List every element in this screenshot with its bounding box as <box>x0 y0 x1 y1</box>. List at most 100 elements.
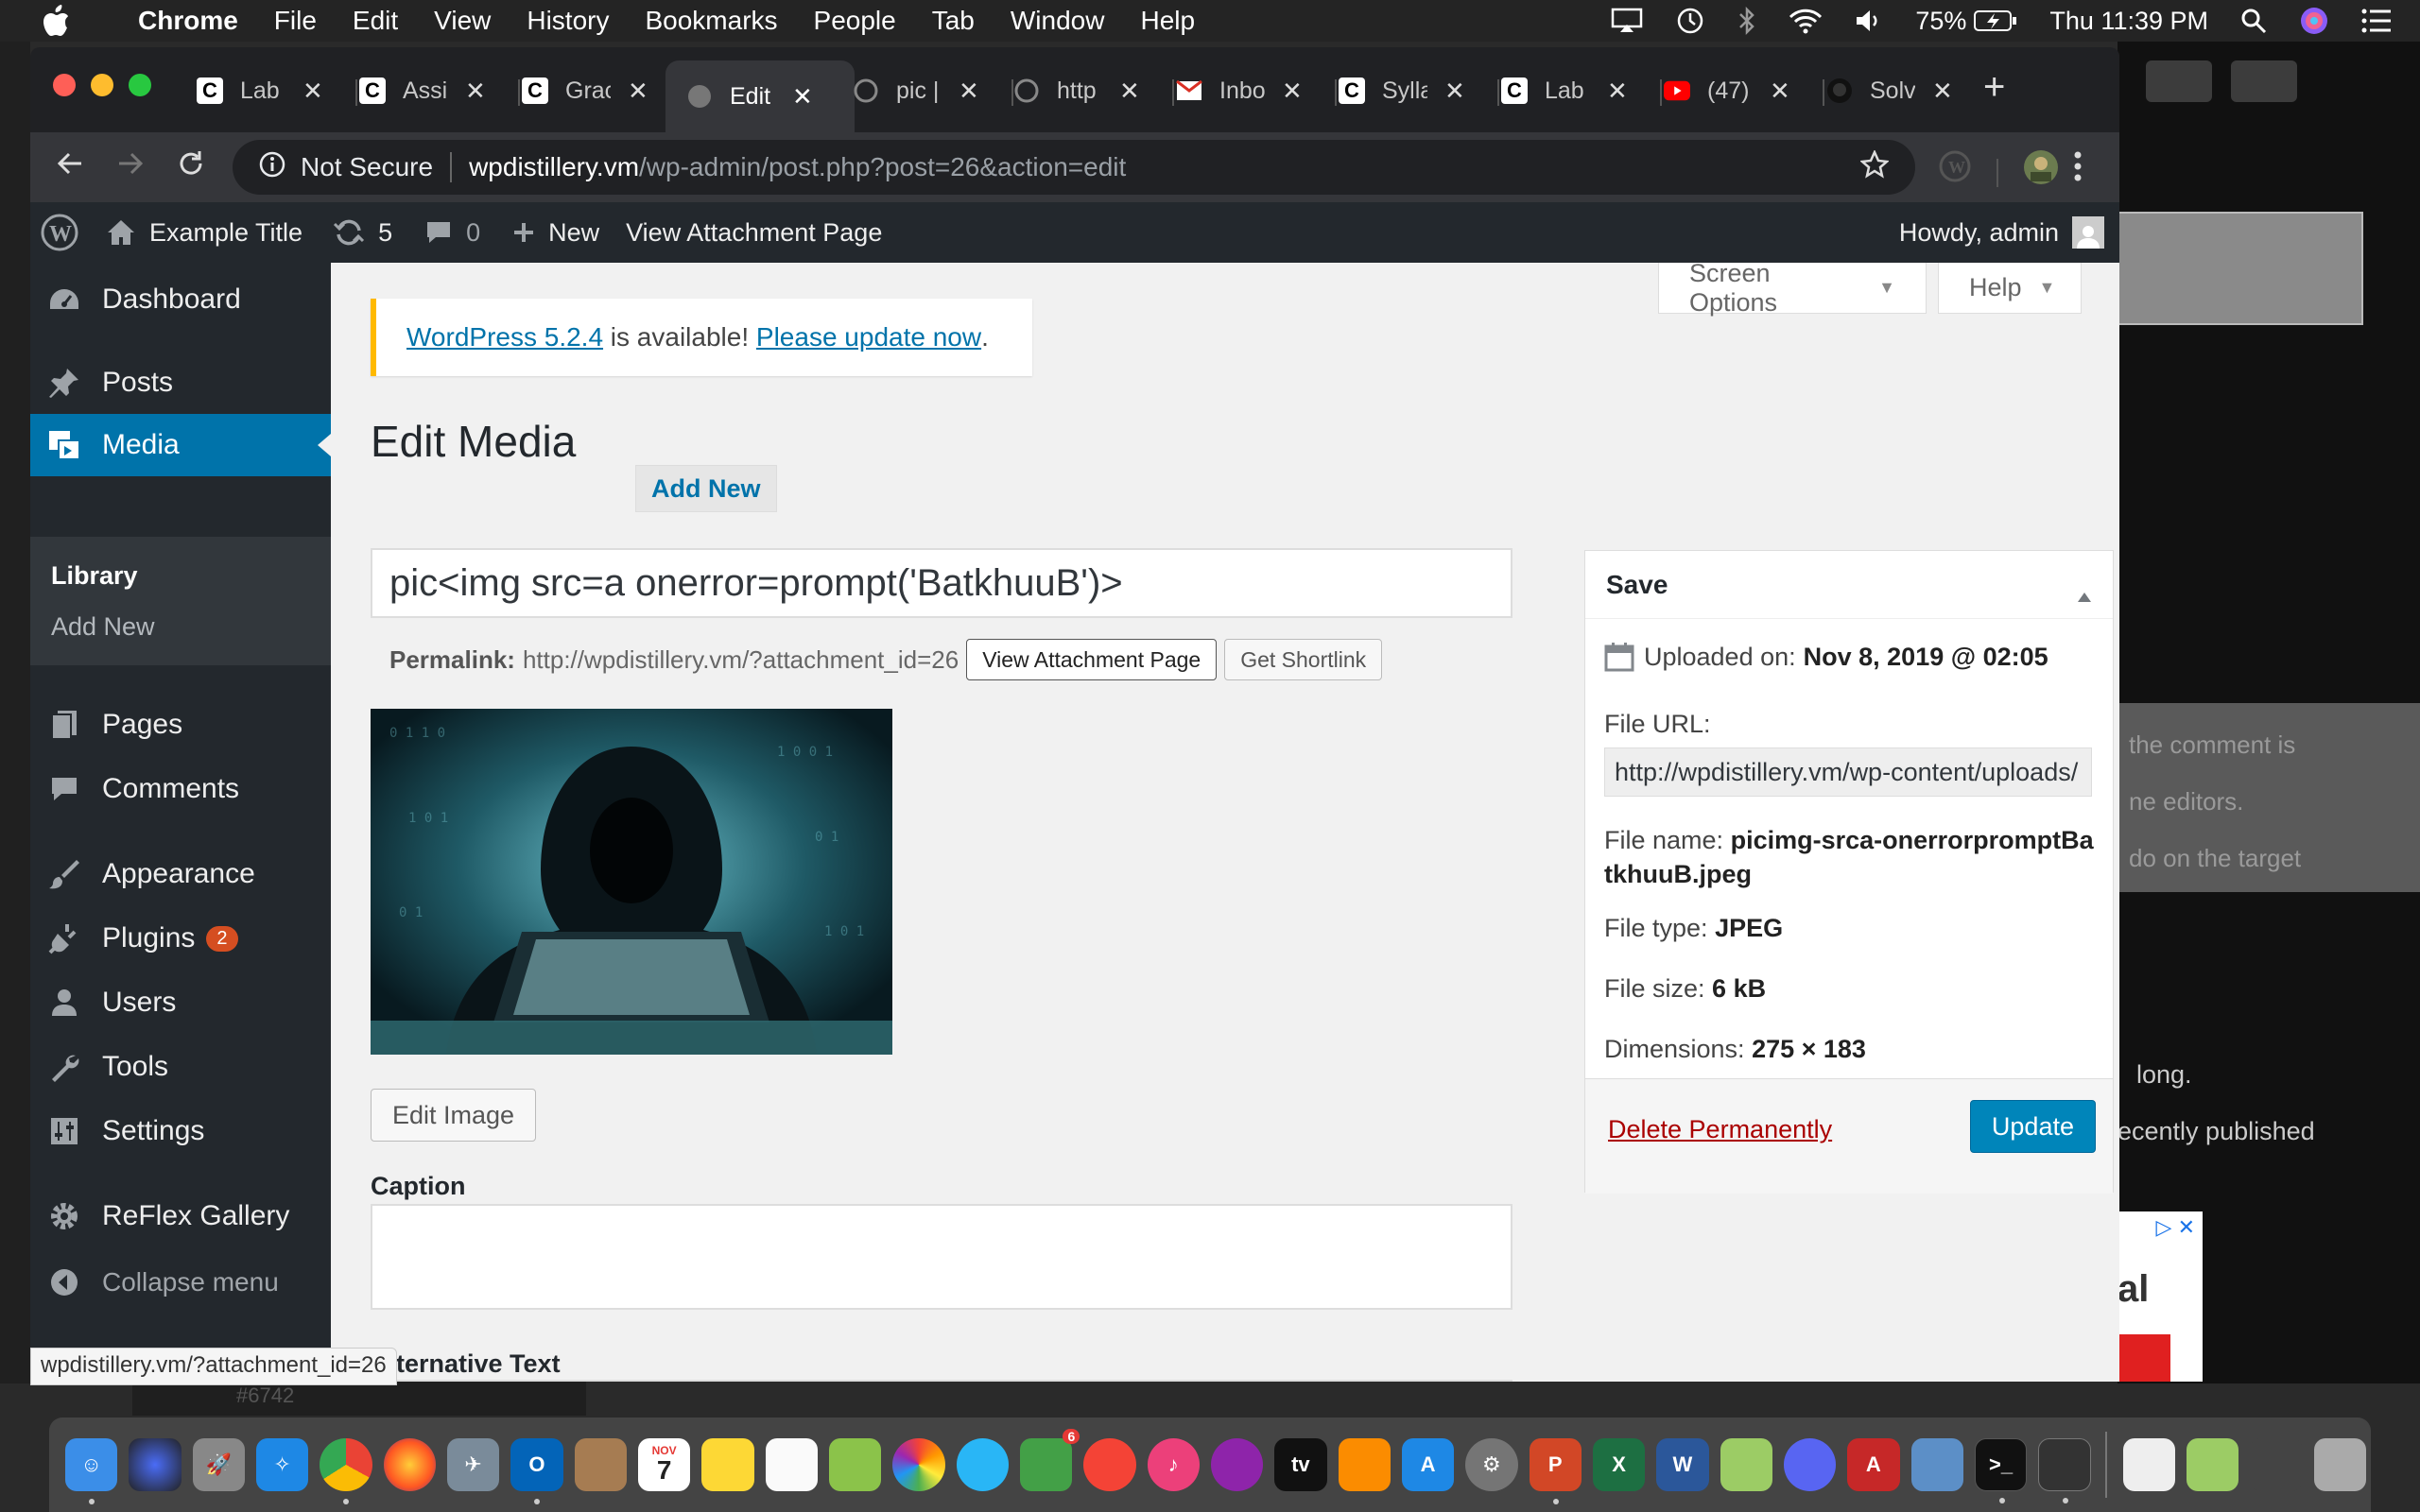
sidebar-item-tools[interactable]: Tools <box>30 1036 331 1098</box>
sidebar-item-settings[interactable]: Settings <box>30 1100 331 1162</box>
spotlight-search-icon[interactable] <box>2240 8 2267 34</box>
calendar-icon[interactable]: NOV 7 <box>637 1438 691 1491</box>
window-thumbnail[interactable] <box>2250 1438 2303 1491</box>
tab[interactable]: Solv ✕ <box>1826 60 1953 121</box>
tab[interactable]: Inbo ✕ <box>1176 60 1303 121</box>
help-button[interactable]: Help ▼ <box>1938 263 2082 314</box>
firefox-icon[interactable] <box>383 1438 436 1491</box>
screen-capture-icon[interactable] <box>2038 1438 2091 1503</box>
trash-icon[interactable] <box>2313 1438 2366 1491</box>
update-now-link[interactable]: Please update now <box>756 322 981 352</box>
comments-link[interactable]: 0 <box>424 218 480 248</box>
airplay-icon[interactable] <box>1611 8 1643 34</box>
news-icon[interactable] <box>1083 1438 1136 1491</box>
permalink-url[interactable]: http://wpdistillery.vm/?attachment_id=26 <box>523 645 959 675</box>
siri-icon[interactable] <box>129 1438 182 1491</box>
security-label[interactable]: Not Secure <box>301 152 433 182</box>
tab[interactable]: C Sylla ✕ <box>1339 60 1465 121</box>
tab-close-icon[interactable]: ✕ <box>959 77 979 106</box>
tab[interactable]: C Lab ✕ <box>1501 60 1628 121</box>
wordpress-logo-icon[interactable]: W <box>40 213 79 252</box>
music-icon[interactable]: ♪ <box>1147 1438 1200 1491</box>
tab-close-icon[interactable]: ✕ <box>1444 77 1465 106</box>
collapse-menu-button[interactable]: Collapse menu <box>30 1251 331 1314</box>
bookmark-star-icon[interactable] <box>1859 148 1890 185</box>
menu-bookmarks[interactable]: Bookmarks <box>645 6 777 36</box>
sidebar-item-reflex-gallery[interactable]: ReFlex Gallery <box>30 1185 331 1247</box>
messages-icon[interactable] <box>956 1438 1009 1491</box>
tab[interactable]: C Lab ✕ <box>197 60 323 121</box>
edit-image-button[interactable]: Edit Image <box>371 1089 537 1142</box>
launchpad-icon[interactable]: 🚀 <box>192 1438 245 1491</box>
reminders-icon[interactable] <box>765 1438 818 1491</box>
tab[interactable]: pic | ✕ <box>853 60 979 121</box>
tab[interactable]: C Grac ✕ <box>522 60 648 121</box>
sidebar-item-dashboard[interactable]: Dashboard <box>30 268 331 331</box>
menu-people[interactable]: People <box>814 6 896 36</box>
bluetooth-icon[interactable] <box>1737 6 1756 36</box>
menu-view[interactable]: View <box>434 6 491 36</box>
alt-text-input[interactable] <box>371 1380 1512 1382</box>
siri-icon[interactable] <box>2299 6 2329 36</box>
tab[interactable]: (47) ✕ <box>1664 60 1790 121</box>
photos-icon[interactable] <box>892 1438 945 1491</box>
tab[interactable]: http ✕ <box>1013 60 1140 121</box>
save-metabox-header[interactable]: Save <box>1585 551 2113 619</box>
finder-icon[interactable]: ☺ <box>65 1438 118 1504</box>
chrome-menu-icon[interactable] <box>2072 149 2083 188</box>
time-machine-icon[interactable] <box>1675 6 1705 36</box>
sidebar-item-media[interactable]: Media <box>30 414 331 476</box>
minimize-window-button[interactable] <box>91 74 113 96</box>
tab-close-icon[interactable]: ✕ <box>628 77 648 106</box>
sidebar-item-posts[interactable]: Posts <box>30 352 331 414</box>
back-button[interactable] <box>42 149 98 178</box>
acrobat-icon[interactable]: A <box>1847 1438 1900 1491</box>
reload-button[interactable] <box>163 149 219 178</box>
screen-options-button[interactable]: Screen Options ▼ <box>1658 263 1927 317</box>
view-attachment-link[interactable]: View Attachment Page <box>626 218 882 248</box>
menu-window[interactable]: Window <box>1011 6 1105 36</box>
wordpress-version-link[interactable]: WordPress 5.2.4 <box>406 322 603 352</box>
update-button[interactable]: Update <box>1969 1100 2096 1153</box>
preview-icon[interactable]: ✈ <box>446 1438 500 1491</box>
submenu-add-new[interactable]: Add New <box>51 612 155 642</box>
sidebar-item-users[interactable]: Users <box>30 971 331 1034</box>
delete-permanently-link[interactable]: Delete Permanently <box>1608 1115 1832 1144</box>
collapse-toggle-icon[interactable] <box>2077 579 2092 610</box>
address-bar[interactable]: Not Secure wpdistillery.vm/wp-admin/post… <box>233 140 1915 195</box>
view-attachment-page-button[interactable]: View Attachment Page <box>966 639 1218 680</box>
profile-avatar[interactable] <box>2023 149 2059 190</box>
word-icon[interactable]: W <box>1656 1438 1709 1491</box>
updates-link[interactable]: 5 <box>333 218 392 248</box>
app-store-icon[interactable]: A <box>1401 1438 1455 1491</box>
safari-icon[interactable]: ✧ <box>255 1438 309 1491</box>
menu-file[interactable]: File <box>274 6 317 36</box>
document-icon[interactable] <box>2122 1438 2175 1491</box>
facetime-icon[interactable]: 6 <box>1019 1429 1080 1491</box>
new-content-link[interactable]: New <box>512 218 599 248</box>
sidebar-item-pages[interactable]: Pages <box>30 694 331 756</box>
tab-close-icon[interactable]: ✕ <box>1932 77 1953 106</box>
close-window-button[interactable] <box>53 74 76 96</box>
menu-edit[interactable]: Edit <box>353 6 398 36</box>
tab-active[interactable]: Edit ✕ <box>666 60 855 132</box>
cube-app-icon[interactable] <box>1720 1438 1772 1491</box>
zoom-window-button[interactable] <box>129 74 151 96</box>
menu-history[interactable]: History <box>527 6 609 36</box>
ad-close-icon[interactable]: ▷ ✕ <box>2156 1215 2195 1240</box>
tab-close-icon[interactable]: ✕ <box>792 82 813 112</box>
apple-menu-icon[interactable] <box>38 4 76 38</box>
maps-icon[interactable] <box>828 1438 882 1491</box>
apple-tv-icon[interactable]: tv <box>1274 1438 1327 1491</box>
contacts-icon[interactable] <box>574 1438 627 1491</box>
wifi-icon[interactable] <box>1789 8 1823 34</box>
podcasts-icon[interactable] <box>1210 1438 1264 1491</box>
tab-close-icon[interactable]: ✕ <box>1119 77 1140 106</box>
virtualbox-icon[interactable] <box>1910 1438 1963 1491</box>
menu-app-name[interactable]: Chrome <box>138 6 238 36</box>
account-menu[interactable]: Howdy, admin <box>1899 216 2104 249</box>
tab[interactable]: C Assi ✕ <box>359 60 486 121</box>
add-new-media-button[interactable]: Add New <box>635 465 777 512</box>
terminal-icon[interactable]: >_ <box>1974 1438 2028 1503</box>
get-shortlink-button[interactable]: Get Shortlink <box>1224 639 1383 680</box>
